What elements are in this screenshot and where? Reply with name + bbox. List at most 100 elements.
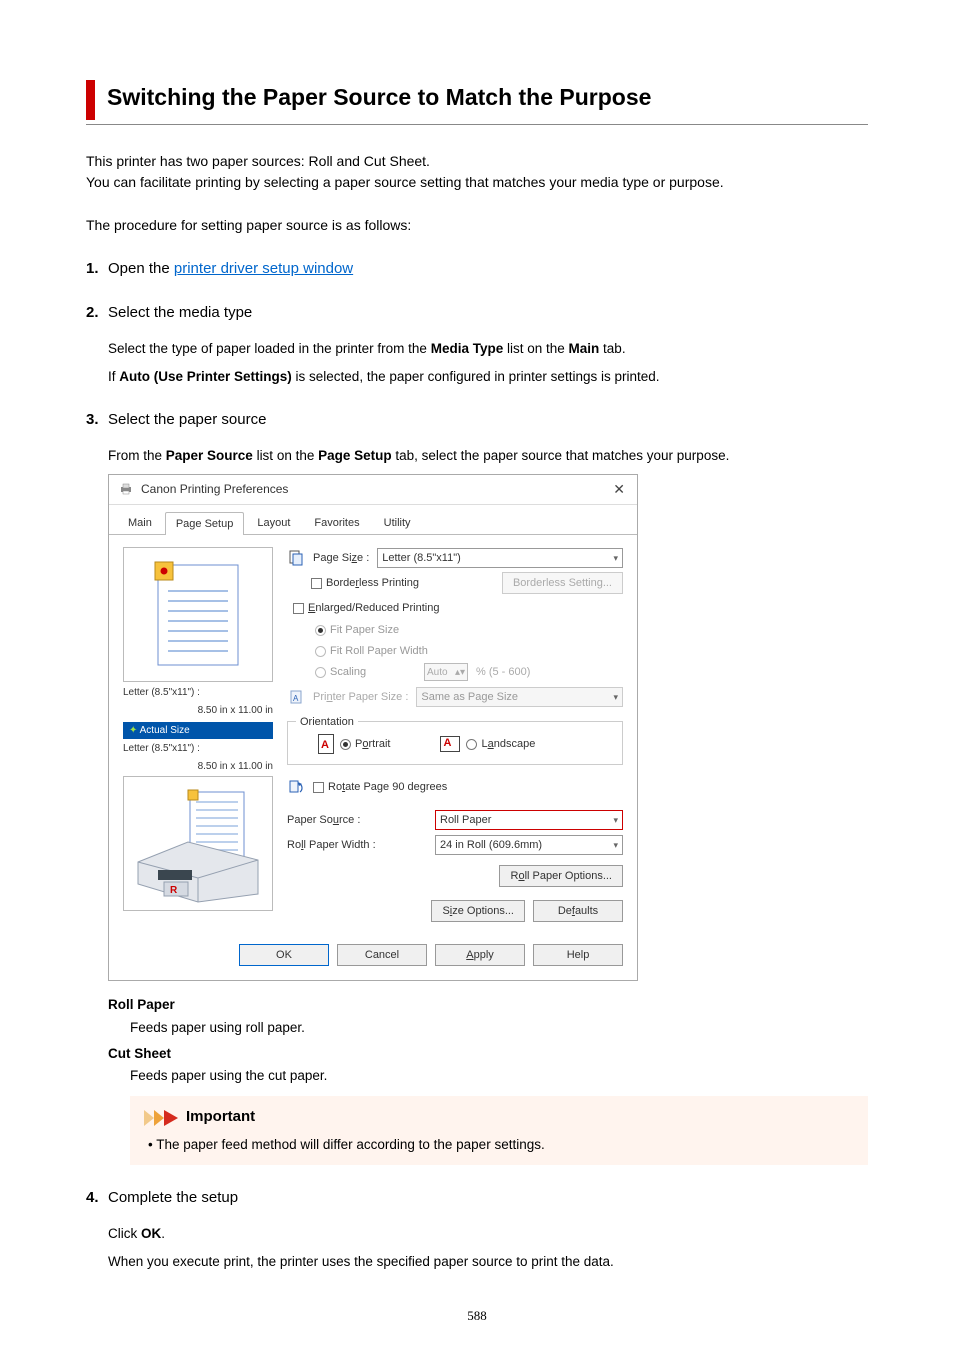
defaults-button[interactable]: Defaults <box>533 900 623 922</box>
important-heading: Important <box>186 1106 255 1129</box>
s3-body-b: list on the <box>253 448 318 463</box>
important-icon <box>144 1110 180 1126</box>
scaling-radio: Scaling Auto▴▾ % (5 - 600) <box>315 663 623 681</box>
cut-sheet-def: Feeds paper using the cut paper. <box>130 1066 868 1086</box>
tab-favorites[interactable]: Favorites <box>303 511 370 535</box>
s3-body-c: tab, select the paper source that matche… <box>392 448 730 463</box>
chevron-down-icon: ▾ <box>613 552 618 566</box>
s2-body-a: Select the type of paper loaded in the p… <box>108 341 431 356</box>
printer-paper-size-value: Same as Page Size <box>421 689 518 706</box>
preview1-caption-a: Letter (8.5"x11") : <box>123 685 273 700</box>
title-divider <box>86 124 868 125</box>
step-2-title: Select the media type <box>108 302 868 325</box>
media-preview: R <box>123 776 273 911</box>
rotate-90-checkbox[interactable]: Rotate Page 90 degrees <box>313 779 447 796</box>
printer-driver-setup-link[interactable]: printer driver setup window <box>174 260 353 277</box>
tab-page-setup[interactable]: Page Setup <box>165 512 245 536</box>
enlarged-reduced-checkbox[interactable]: Enlarged/Reduced Printing <box>293 600 439 617</box>
size-options-button[interactable]: Size Options... <box>431 900 525 922</box>
cancel-button[interactable]: Cancel <box>337 944 427 966</box>
page-preview <box>123 547 273 682</box>
paper-source-combo[interactable]: Roll Paper ▾ <box>435 810 623 830</box>
portrait-icon: A <box>318 734 334 754</box>
main-tab-bold: Main <box>569 341 600 356</box>
s4-body2: When you execute print, the printer uses… <box>108 1252 868 1272</box>
borderless-setting-button: Borderless Setting... <box>502 572 623 594</box>
ok-bold: OK <box>141 1226 161 1241</box>
scaling-range: % (5 - 600) <box>476 664 530 681</box>
svg-text:A: A <box>293 694 299 703</box>
borderless-printing-checkbox[interactable]: Borderless Printing <box>311 575 419 592</box>
portrait-radio[interactable]: Portrait <box>340 736 390 753</box>
page-number: 588 <box>86 1306 868 1326</box>
cut-sheet-term: Cut Sheet <box>108 1044 868 1064</box>
fit-roll-width-radio: Fit Roll Paper Width <box>315 643 623 660</box>
orientation-group-label: Orientation <box>296 714 358 731</box>
landscape-radio[interactable]: Landscape <box>466 736 535 753</box>
step-3: Select the paper source From the Paper S… <box>108 409 868 1165</box>
s4-body-dot: . <box>161 1226 165 1241</box>
paper-source-label: Paper Source : <box>287 812 427 829</box>
help-button[interactable]: Help <box>533 944 623 966</box>
actual-size-label: Actual Size <box>140 725 190 736</box>
important-item: The paper feed method will differ accord… <box>148 1135 854 1155</box>
tab-main[interactable]: Main <box>117 511 163 535</box>
page-size-label: Page Size : <box>313 550 369 567</box>
auto-bold: Auto (Use Printer Settings) <box>119 369 292 384</box>
intro-line-2: You can facilitate printing by selecting… <box>86 172 868 193</box>
s4-body-a: Click <box>108 1226 141 1241</box>
roll-paper-def: Feeds paper using roll paper. <box>130 1018 868 1038</box>
s2-body2-b: is selected, the paper configured in pri… <box>292 369 660 384</box>
paper-source-bold: Paper Source <box>166 448 253 463</box>
landscape-icon: A <box>440 736 460 752</box>
preface: The procedure for setting paper source i… <box>86 215 868 236</box>
important-callout: Important The paper feed method will dif… <box>130 1096 868 1165</box>
s2-body2-a: If <box>108 369 119 384</box>
step-1-text: Open the <box>108 260 174 277</box>
printer-paper-size-icon: A <box>287 688 305 706</box>
tab-utility[interactable]: Utility <box>373 511 422 535</box>
roll-paper-term: Roll Paper <box>108 995 868 1015</box>
page-size-value: Letter (8.5"x11") <box>382 550 461 567</box>
page-size-icon <box>287 549 305 567</box>
chevron-down-icon: ▾ <box>613 691 618 705</box>
chevron-down-icon: ▾ <box>613 814 618 828</box>
roll-width-combo[interactable]: 24 in Roll (609.6mm) ▾ <box>435 835 623 855</box>
actual-size-bar[interactable]: ✦ Actual Size <box>123 722 273 739</box>
s2-body-c: tab. <box>599 341 625 356</box>
ok-button[interactable]: OK <box>239 944 329 966</box>
step-2: Select the media type Select the type of… <box>108 302 868 387</box>
step-3-title: Select the paper source <box>108 409 868 432</box>
fit-paper-size-radio: Fit Paper Size <box>315 622 623 639</box>
printer-paper-size-label: Printer Paper Size : <box>313 689 408 706</box>
roll-paper-options-button[interactable]: Roll Paper Options... <box>499 865 623 887</box>
roll-width-value: 24 in Roll (609.6mm) <box>440 837 542 854</box>
s2-body-b: list on the <box>503 341 568 356</box>
svg-text:R: R <box>170 885 178 896</box>
s3-body-a: From the <box>108 448 166 463</box>
preview1-caption-b: 8.50 in x 11.00 in <box>123 703 273 718</box>
media-type-bold: Media Type <box>431 341 504 356</box>
step-1: Open the printer driver setup window <box>108 258 868 281</box>
tab-layout[interactable]: Layout <box>246 511 301 535</box>
printer-icon <box>117 480 135 498</box>
preview2-caption-b: 8.50 in x 11.00 in <box>123 759 273 774</box>
printing-preferences-dialog: Canon Printing Preferences ✕ Main Page S… <box>108 474 638 982</box>
apply-button[interactable]: Apply <box>435 944 525 966</box>
close-icon[interactable]: ✕ <box>609 479 629 500</box>
dialog-tabs: Main Page Setup Layout Favorites Utility <box>109 505 637 536</box>
step-4: Complete the setup Click OK. When you ex… <box>108 1187 868 1272</box>
rotate-icon <box>287 778 305 796</box>
preview2-caption-a: Letter (8.5"x11") : <box>123 741 273 756</box>
page-title: Switching the Paper Source to Match the … <box>107 80 868 120</box>
roll-width-label: Roll Paper Width : <box>287 837 427 854</box>
paper-source-value: Roll Paper <box>440 812 491 829</box>
chevron-down-icon: ▾ <box>613 839 618 853</box>
scaling-spinner: Auto▴▾ <box>424 663 468 681</box>
page-setup-bold: Page Setup <box>318 448 392 463</box>
orientation-group: Orientation A Portrait A Landscape <box>287 721 623 765</box>
step-4-title: Complete the setup <box>108 1187 868 1210</box>
page-size-combo[interactable]: Letter (8.5"x11") ▾ <box>377 548 623 568</box>
intro-line-1: This printer has two paper sources: Roll… <box>86 151 868 172</box>
printer-paper-size-combo: Same as Page Size ▾ <box>416 687 623 707</box>
